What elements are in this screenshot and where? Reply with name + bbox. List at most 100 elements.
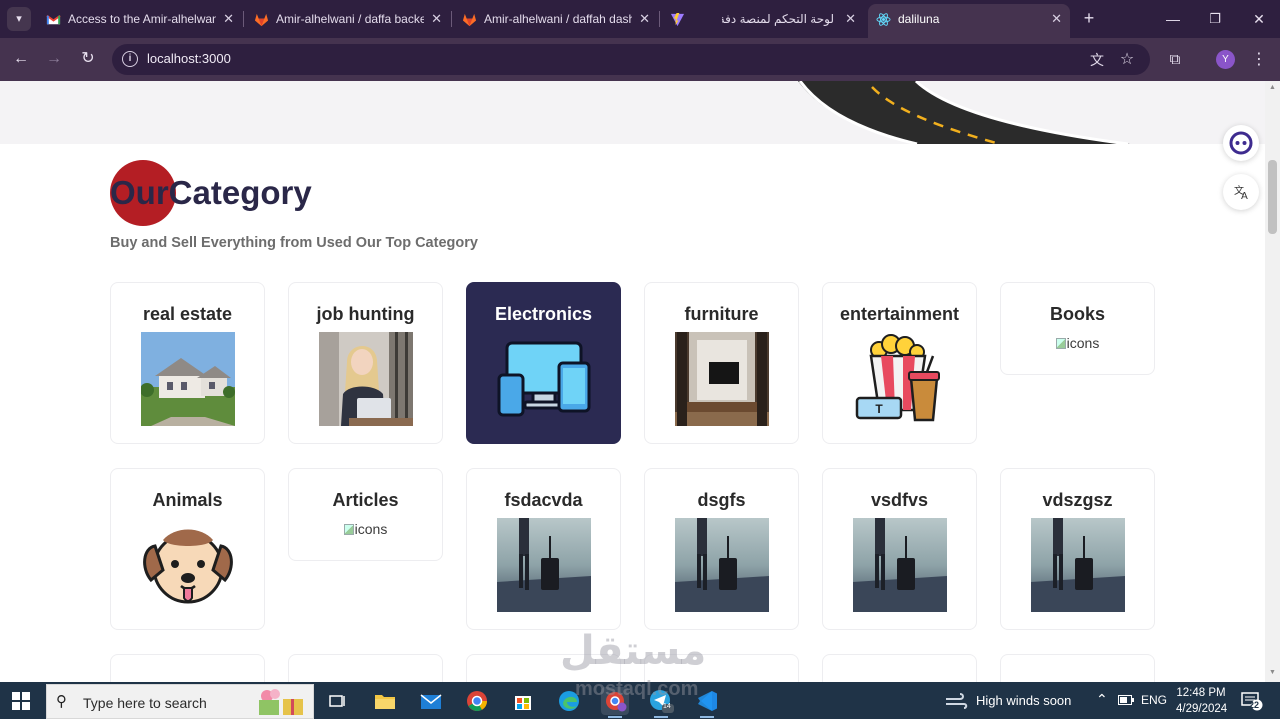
scrollbar-thumb[interactable] <box>1268 160 1277 234</box>
assistant-face-icon <box>1229 131 1253 155</box>
clock-time: 12:48 PM <box>1176 687 1226 699</box>
forward-button[interactable]: → <box>43 48 65 70</box>
category-name: Electronics <box>494 304 593 324</box>
windows-start-icon[interactable] <box>12 692 30 710</box>
road-illustration <box>798 81 1130 144</box>
category-card-partial[interactable] <box>288 654 443 682</box>
close-icon[interactable]: ✕ <box>845 4 856 34</box>
traveler-photo <box>675 518 769 612</box>
chrome-icon[interactable] <box>463 687 491 715</box>
tab-dashboard-arabic[interactable]: لوحة التحكم لمنصة دفة ✕ <box>692 4 864 34</box>
tab-divider <box>243 11 244 27</box>
section-title: OurCategory <box>110 162 312 224</box>
notification-badge: 22 <box>1249 700 1260 710</box>
house-photo <box>141 332 235 426</box>
category-card-animals[interactable]: Animals <box>110 468 265 630</box>
battery-icon[interactable] <box>1118 695 1134 705</box>
traveler-photo <box>853 518 947 612</box>
category-card-job-hunting[interactable]: job hunting <box>288 282 443 444</box>
category-card-partial[interactable] <box>110 654 265 682</box>
extensions-icon[interactable]: ⧉ <box>1164 49 1186 71</box>
close-icon[interactable]: ✕ <box>1051 4 1062 34</box>
category-name: job hunting <box>316 304 415 324</box>
reload-button[interactable]: ↻ <box>77 48 99 70</box>
page-scrollbar[interactable]: ▲ ▼ <box>1265 81 1280 682</box>
close-window-button[interactable]: ✕ <box>1248 8 1270 30</box>
category-name: dsgfs <box>697 490 746 510</box>
category-card-real-estate[interactable]: real estate <box>110 282 265 444</box>
category-card-partial[interactable] <box>1000 654 1155 682</box>
category-card-vdszgsz[interactable]: vdszgsz <box>1000 468 1155 630</box>
mail-icon[interactable] <box>417 687 445 715</box>
category-card-partial[interactable] <box>822 654 977 682</box>
tab-daliluna[interactable]: daliluna ✕ <box>868 4 1070 38</box>
scroll-down-arrow[interactable]: ▼ <box>1268 669 1277 677</box>
category-card-entertainment[interactable]: entertainment T <box>822 282 977 444</box>
category-name: furniture <box>684 304 759 324</box>
taskbar-search-box[interactable]: ⚲ Type here to search <box>46 684 314 719</box>
tab-divider <box>659 11 660 27</box>
close-icon[interactable]: ✕ <box>639 4 650 34</box>
image-alt-text: icons <box>1066 335 1100 351</box>
microsoft-store-icon[interactable] <box>509 687 537 715</box>
gitlab-icon <box>462 13 477 27</box>
category-card-dsgfs[interactable]: dsgfs <box>644 468 799 630</box>
category-card-vsdfvs[interactable]: vsdfvs <box>822 468 977 630</box>
category-name: vdszgsz <box>1042 490 1113 510</box>
bookmark-star-icon[interactable]: ☆ <box>1117 50 1137 70</box>
category-name: vsdfvs <box>870 490 929 510</box>
tab-gmail[interactable]: Access to the Amir-alhelwani ✕ <box>38 4 242 34</box>
translate-page-button[interactable]: 文 A <box>1223 174 1259 210</box>
popcorn-icon: T <box>855 334 940 422</box>
category-card-articles[interactable]: Articles icons <box>288 468 443 561</box>
minimize-button[interactable]: — <box>1162 8 1184 30</box>
page-viewport: OurCategory Buy and Sell Everything from… <box>0 81 1265 682</box>
chat-assistant-button[interactable] <box>1223 125 1259 161</box>
broken-image: icons <box>1001 335 1154 351</box>
wind-weather-icon[interactable] <box>944 691 968 711</box>
tab-search-button[interactable]: ▾ <box>7 7 31 31</box>
category-name: Animals <box>152 490 223 510</box>
restore-button[interactable]: ❐ <box>1204 8 1226 30</box>
close-icon[interactable]: ✕ <box>223 4 234 34</box>
svg-text:A: A <box>1241 191 1248 202</box>
browser-tab-strip: ▾ Access to the Amir-alhelwani ✕ Amir-al… <box>0 0 1280 38</box>
section-title-rest: Category <box>168 174 312 211</box>
section-title-highlight: Our <box>110 174 169 211</box>
search-placeholder: Type here to search <box>83 695 207 711</box>
new-tab-button[interactable]: + <box>1078 7 1100 29</box>
tab-gitlab-backend[interactable]: Amir-alhelwani / daffa backend ✕ <box>246 4 450 34</box>
category-card-fsdacvda[interactable]: fsdacvda <box>466 468 621 630</box>
traveler-photo <box>497 518 591 612</box>
tab-vite[interactable] <box>662 4 692 34</box>
tray-overflow-icon[interactable]: ⌃ <box>1096 691 1108 708</box>
translate-icon[interactable]: 文 <box>1087 50 1107 70</box>
system-clock[interactable]: 12:48 PM 4/29/2024 <box>1176 685 1227 717</box>
tab-title: Access to the Amir-alhelwani <box>68 12 216 26</box>
browser-toolbar: ← → ↻ i localhost:3000 文 ☆ ⧉ Y ⋮ <box>0 38 1280 81</box>
menu-icon[interactable]: ⋮ <box>1248 49 1270 71</box>
back-button[interactable]: ← <box>10 48 32 70</box>
scroll-up-arrow[interactable]: ▲ <box>1268 84 1277 92</box>
tab-title: Amir-alhelwani / daffa backend <box>276 12 424 26</box>
weather-text[interactable]: High winds soon <box>976 693 1071 708</box>
gitlab-icon <box>254 13 269 27</box>
react-icon <box>876 13 891 26</box>
category-card-furniture[interactable]: furniture <box>644 282 799 444</box>
tab-gitlab-dashboard[interactable]: Amir-alhelwani / daffah dashboard ✕ <box>454 4 658 34</box>
site-info-icon[interactable]: i <box>122 51 138 67</box>
address-bar[interactable]: i localhost:3000 文 ☆ <box>112 44 1150 75</box>
svg-text:T: T <box>875 402 883 416</box>
category-name: Books <box>1049 304 1105 324</box>
close-icon[interactable]: ✕ <box>431 4 442 34</box>
tab-divider <box>451 11 452 27</box>
category-name: fsdacvda <box>504 490 583 510</box>
tab-title: Amir-alhelwani / daffah dashboard <box>484 12 632 26</box>
task-view-icon[interactable] <box>323 687 351 715</box>
category-card-electronics[interactable]: Electronics <box>466 282 621 444</box>
file-explorer-icon[interactable] <box>371 687 399 715</box>
profile-avatar[interactable]: Y <box>1216 50 1235 69</box>
language-indicator[interactable]: ENG <box>1141 693 1167 707</box>
section-subtitle: Buy and Sell Everything from Used Our To… <box>110 235 478 251</box>
category-card-books[interactable]: Books icons <box>1000 282 1155 375</box>
